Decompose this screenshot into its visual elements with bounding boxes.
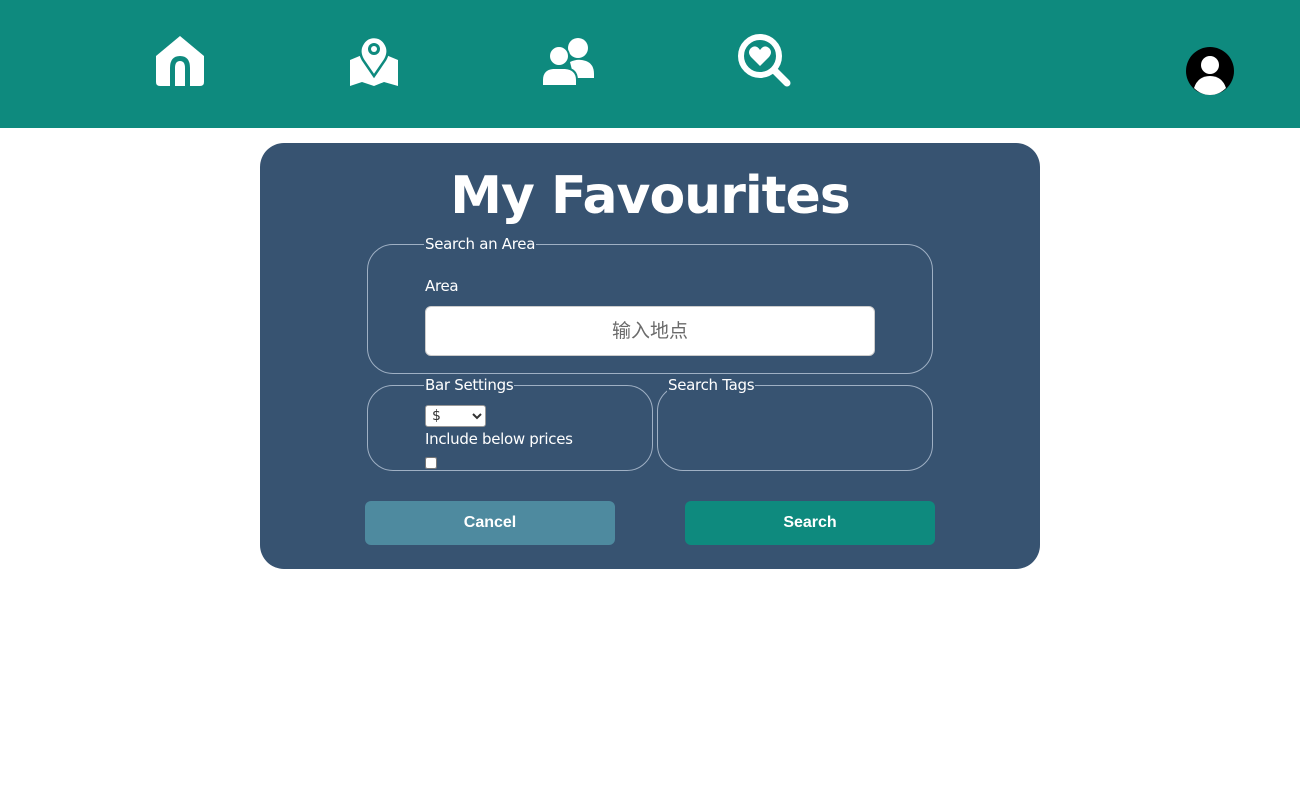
search-area-legend: Search an Area [425, 235, 536, 253]
user-avatar-button[interactable] [1186, 47, 1234, 95]
page-title: My Favourites [450, 166, 851, 226]
include-below-prices-label: Include below prices [425, 430, 573, 448]
search-tags-legend: Search Tags [668, 376, 755, 394]
price-level-select[interactable]: $ $$ $$$ $$$$ [425, 405, 486, 427]
bar-settings-legend: Bar Settings [425, 376, 514, 394]
search-tags-fieldset: Search Tags [657, 376, 933, 471]
search-area-fieldset: Search an Area Area [367, 235, 933, 374]
area-input[interactable] [425, 306, 875, 356]
include-below-prices-checkbox[interactable] [425, 457, 437, 469]
search-button[interactable]: Search [685, 501, 935, 545]
user-avatar-icon [1186, 47, 1234, 95]
heart-search-icon [738, 34, 791, 87]
users-icon [541, 38, 594, 86]
home-icon [156, 36, 204, 86]
top-navbar [0, 0, 1300, 128]
nav-friends-button[interactable] [538, 30, 598, 90]
favourites-search-card: My Favourites Search an Area Area Bar Se… [260, 143, 1040, 569]
map-pin-icon [350, 35, 398, 86]
nav-favourites-button[interactable] [734, 30, 794, 90]
cancel-button[interactable]: Cancel [365, 501, 615, 545]
bar-settings-fieldset: Bar Settings $ $$ $$$ $$$$ Include below… [367, 376, 653, 471]
nav-home-button[interactable] [150, 30, 210, 90]
area-label: Area [425, 277, 459, 295]
nav-map-button[interactable] [344, 30, 404, 90]
